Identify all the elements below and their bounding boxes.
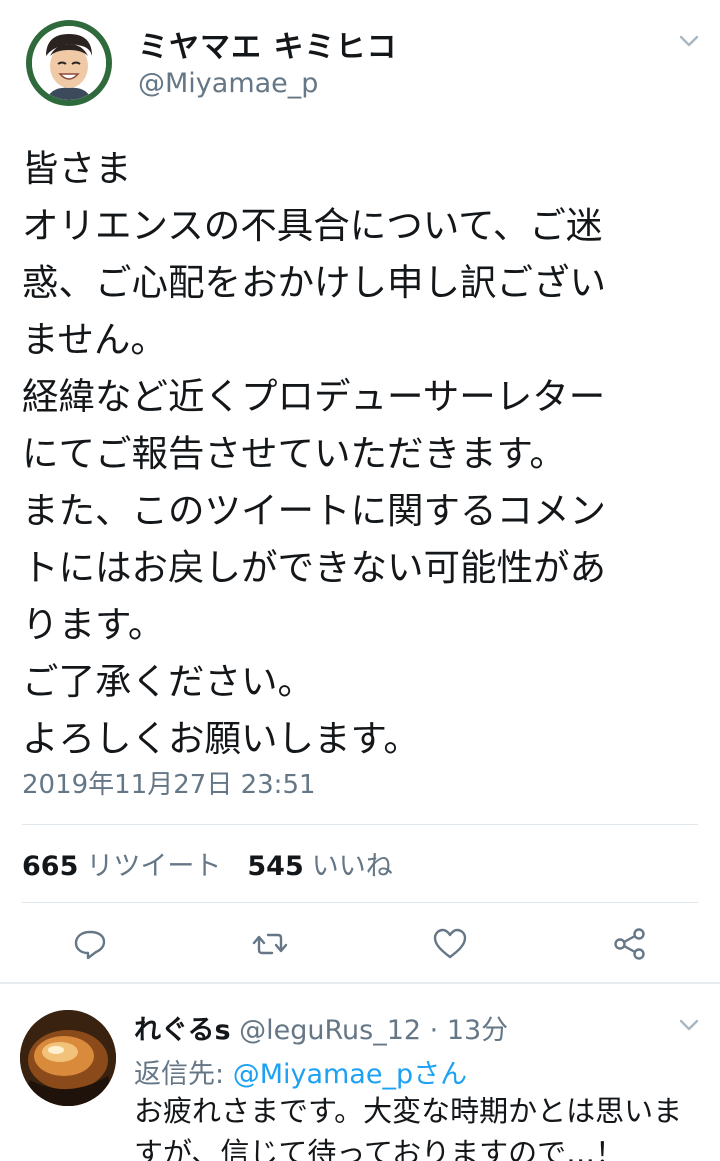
like-label: いいね: [311, 851, 393, 882]
divider: [22, 824, 698, 825]
author-handle[interactable]: @Miyamae_p: [138, 68, 318, 99]
tweet-text: 皆さま オリエンスの不具合について、ご迷 惑、ご心配をおかけし申し訳ござい ませ…: [22, 140, 712, 767]
reply-text: お疲れさまです。大変な時期かとは思いま すが、信じて待っておりますので…！: [134, 1090, 704, 1161]
like-count: 545: [247, 851, 304, 882]
replying-to-prefix: 返信先:: [134, 1059, 233, 1090]
reply-dot: ·: [421, 1015, 447, 1046]
chevron-down-icon[interactable]: [676, 28, 702, 54]
retweet-stat[interactable]: 665 リツイート: [22, 851, 221, 882]
tweet[interactable]: ミヤマエ キミヒコ @Miyamae_p 皆さま オリエンスの不具合について、ご…: [0, 0, 720, 982]
tweet-text-line: 皆さま: [22, 147, 132, 190]
tweet-text-line: ります。: [22, 603, 165, 646]
tweet-text-line: また、このツイートに関するコメン: [22, 489, 606, 532]
tweet-text-line: 惑、ご心配をおかけし申し訳ござい: [22, 261, 606, 304]
tweet-text-line: 経緯など近くプロデューサーレター: [22, 375, 606, 418]
tweet-text-line: にてご報告させていただきます。: [22, 432, 566, 475]
divider: [22, 902, 698, 903]
tweet-text-line: よろしくお願いします。: [22, 717, 420, 760]
tweet-text-line: ご了承ください。: [22, 660, 314, 703]
replying-to: 返信先: @Miyamae_pさん: [134, 1052, 467, 1091]
reply-avatar[interactable]: [20, 1010, 116, 1106]
retweet-icon[interactable]: [250, 924, 290, 964]
reply-text-line: すが、信じて待っておりますので…！: [134, 1136, 625, 1161]
reply-header: れぐるs @leguRus_12 · 13分: [134, 1008, 508, 1047]
reply-handle[interactable]: @leguRus_12: [239, 1015, 421, 1046]
retweet-label: リツイート: [86, 851, 222, 882]
like-icon[interactable]: [430, 924, 470, 964]
chevron-down-icon[interactable]: [676, 1012, 702, 1038]
reply-icon[interactable]: [70, 924, 110, 964]
tweet-text-line: トにはお戻しができない可能性があ: [22, 546, 606, 589]
replying-to-suffix[interactable]: さん: [413, 1059, 467, 1090]
retweet-count: 665: [22, 851, 79, 882]
tweet-separator: [0, 982, 720, 984]
share-icon[interactable]: [610, 924, 650, 964]
tweet-timestamp[interactable]: 2019年11月27日 23:51: [22, 764, 316, 801]
tweet-text-line: オリエンスの不具合について、ご迷: [22, 204, 603, 247]
author-avatar[interactable]: [26, 20, 112, 106]
reply-time[interactable]: 13分: [447, 1015, 508, 1046]
reply-display-name[interactable]: れぐるs: [134, 1015, 231, 1046]
reply-tweet[interactable]: れぐるs @leguRus_12 · 13分 返信先: @Miyamae_pさん…: [0, 990, 720, 1161]
tweet-text-line: ません。: [22, 318, 167, 361]
engagement-stats: 665 リツイート 545 いいね: [22, 844, 393, 883]
author-display-name[interactable]: ミヤマエ キミヒコ: [138, 22, 397, 66]
like-stat[interactable]: 545 いいね: [247, 851, 392, 882]
reply-text-line: お疲れさまです。大変な時期かとは思いま: [134, 1094, 683, 1128]
replying-to-mention[interactable]: @Miyamae_p: [233, 1059, 413, 1090]
